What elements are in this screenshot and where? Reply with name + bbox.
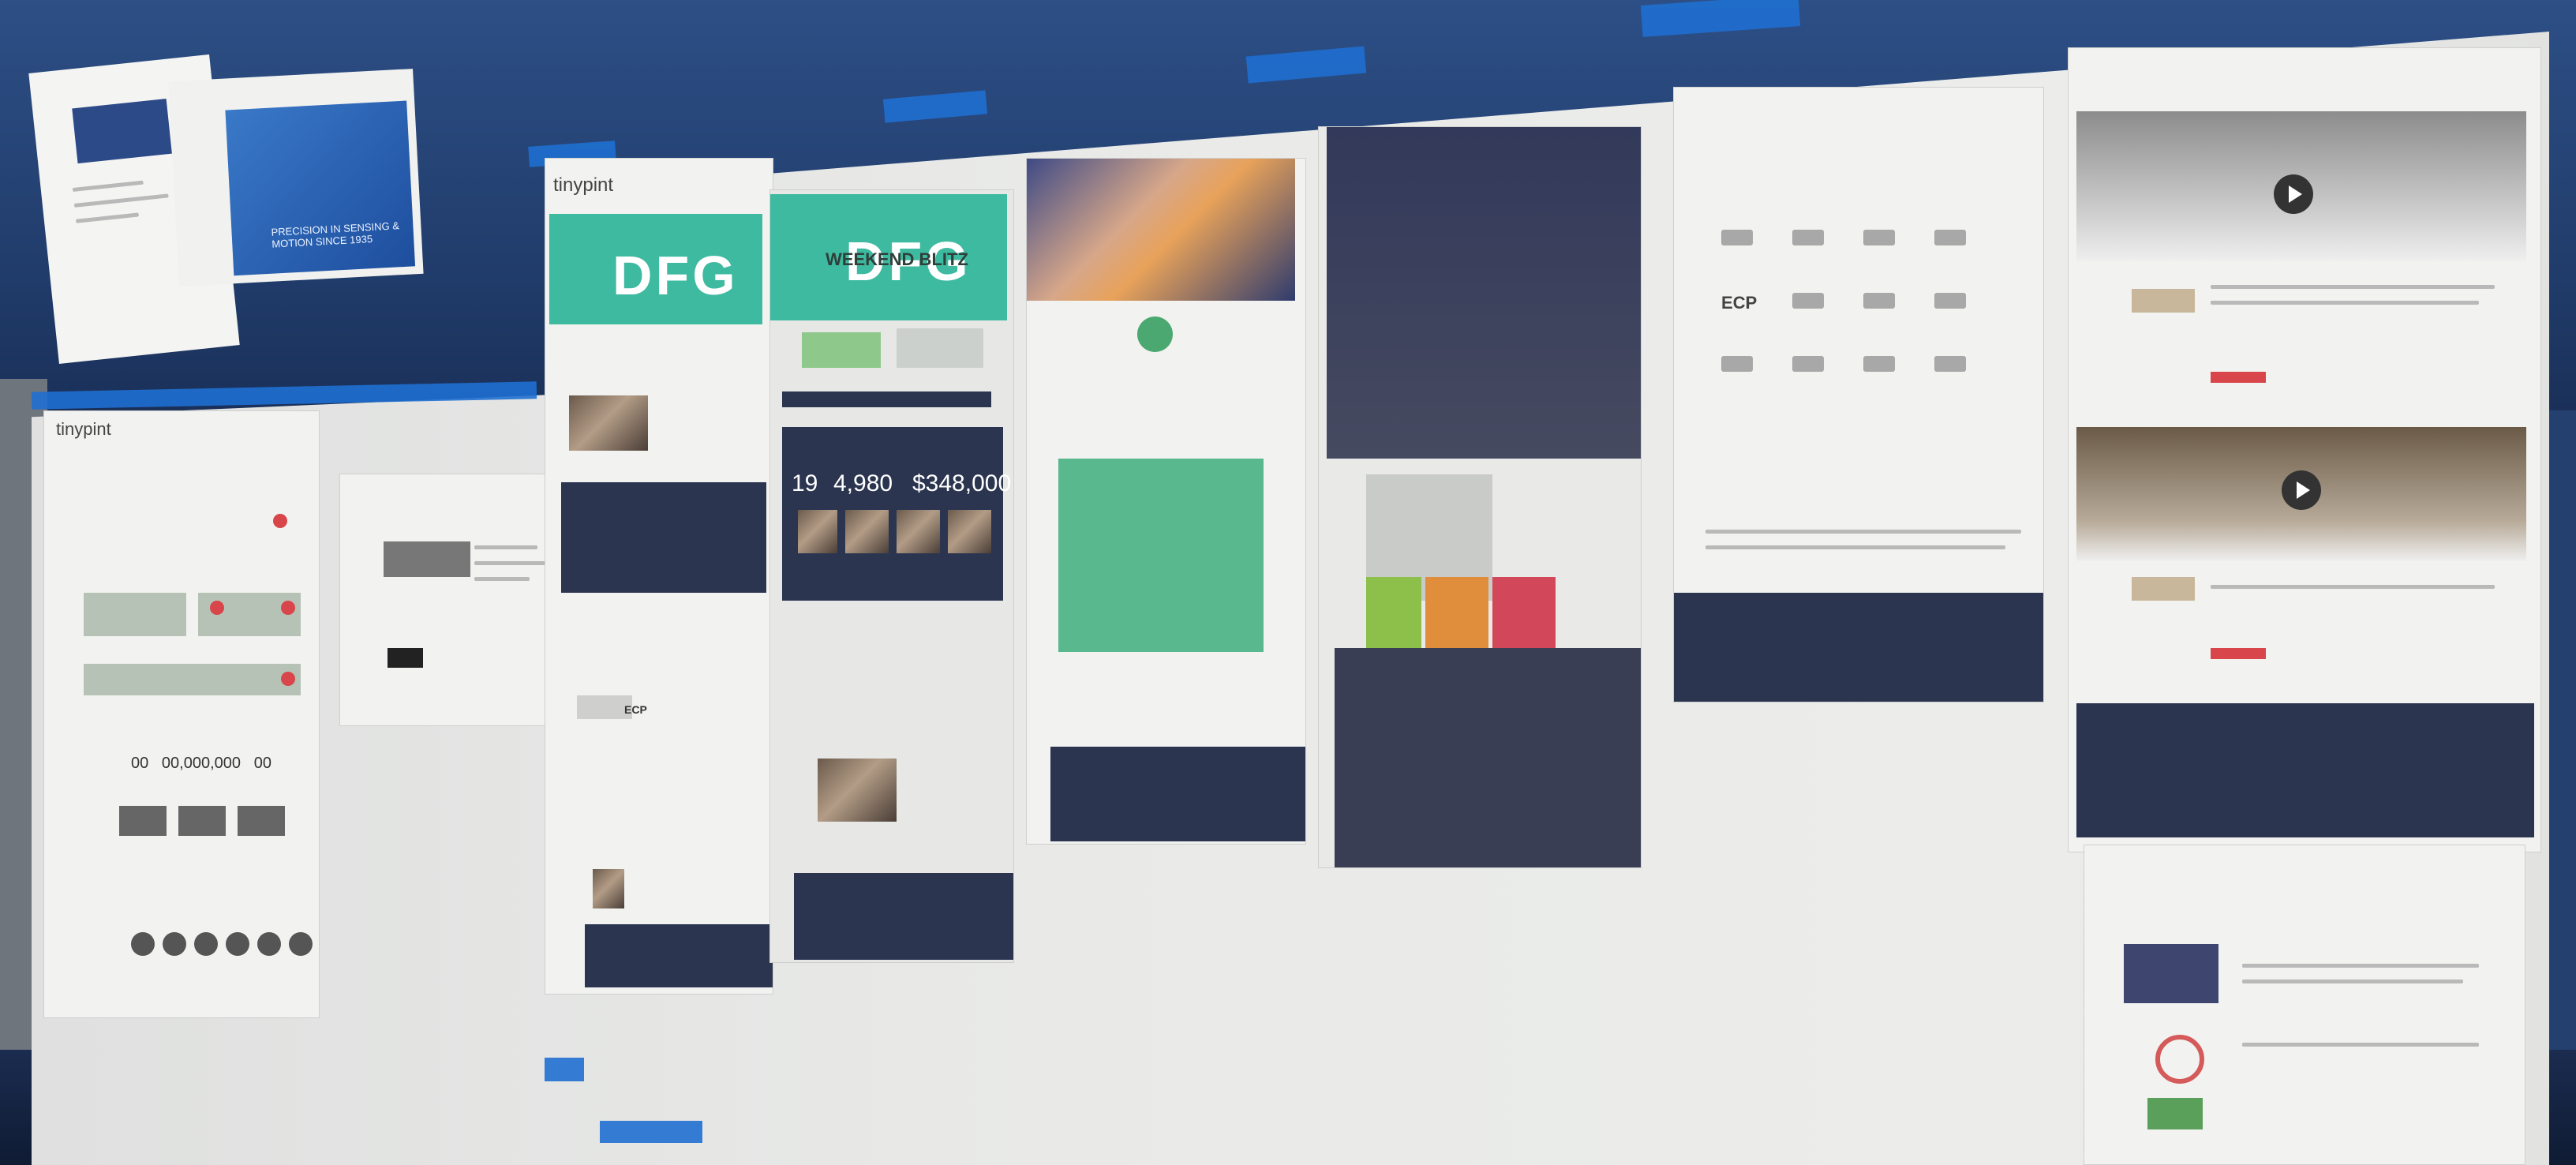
wireframe-page: tinypint 00 00,000,000 00 [43,410,320,1018]
brand-logo: tinypint [553,174,614,196]
dark-page [1318,126,1642,868]
placeholder-number: 00,000,000 [161,755,242,772]
event-photo [569,395,648,451]
wireframe-news [339,474,560,726]
play-icon[interactable] [2282,470,2321,510]
placeholder-number: 00 [131,755,149,772]
hero-subtitle: WEEKEND BLITZ [826,249,968,269]
hero-title: DFG [612,245,739,306]
tape [600,1121,702,1143]
about-page [2084,845,2525,1165]
clients-page: ECP [1673,87,2044,702]
campaign-page: DFG WEEKEND BLITZ 19 4,980 $348,000 [769,189,1014,963]
event-page: tinypint DFG ECP [545,158,773,995]
logo-ecp: ECP [624,703,647,716]
pinned-brochure: PRECISION IN SENSING & MOTION SINCE 1935 [168,69,424,287]
play-icon[interactable] [2274,174,2313,214]
tape [545,1058,584,1081]
stat-value: $348,000 [912,470,1012,496]
stat-value: 19 [792,470,818,496]
stats-banner: 19 4,980 $348,000 [782,427,1011,601]
placeholder-number: 00 [253,755,271,772]
stat-value: 4,980 [833,470,893,496]
logo-ecp: ECP [1721,293,1758,313]
video-page [2068,47,2541,852]
brand-logo: tinypint [56,419,111,439]
music-nonprofit-page [1026,158,1306,845]
hero-photo-child [1027,159,1295,301]
